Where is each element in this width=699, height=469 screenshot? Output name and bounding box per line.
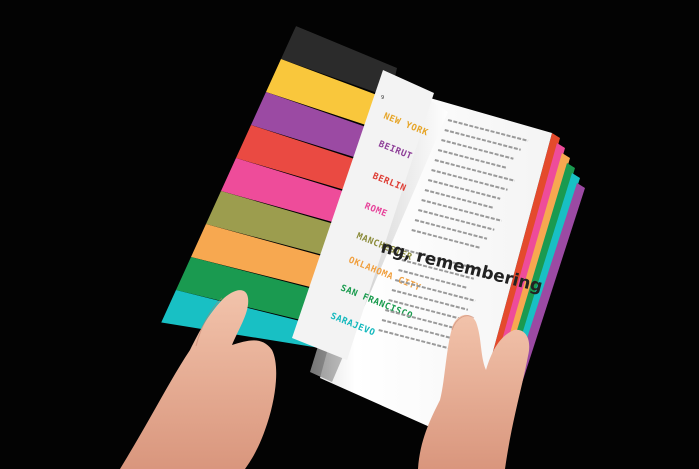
page-number: 9 <box>381 95 384 101</box>
photo-scene: 9 NEW YORK BEIRUT BERLIN ROME MANCHESTER OKLA… <box>0 0 699 469</box>
booklet-illustration: 9 NEW YORKBEIRUTBERLINROMEMANCHESTEROKLA… <box>120 26 585 469</box>
